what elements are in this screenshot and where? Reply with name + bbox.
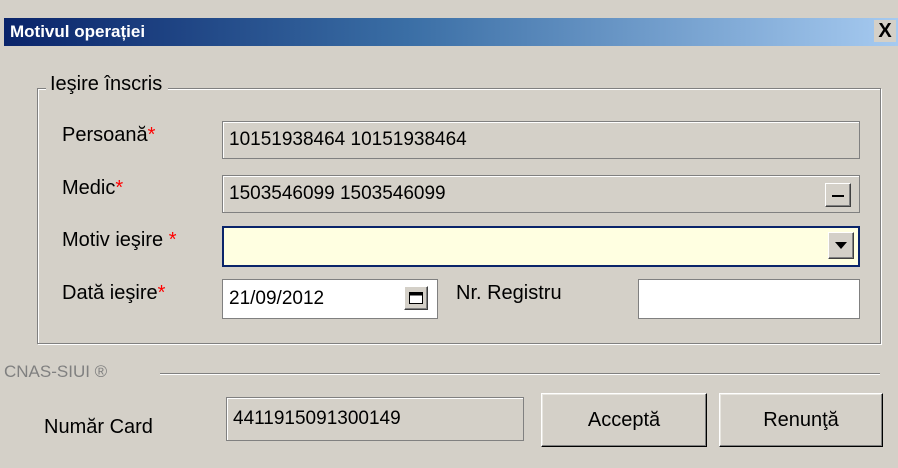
medic-lookup-button[interactable] — [825, 183, 851, 207]
dialog-window: Motivul operației X Ieşire înscris Perso… — [0, 0, 898, 468]
groupbox-legend: Ieşire înscris — [46, 73, 169, 96]
ellipsis-icon — [832, 195, 844, 197]
nr-registru-label: Nr. Registru — [456, 282, 562, 304]
required-mark: * — [115, 177, 124, 199]
persoana-label: Persoană* — [62, 124, 156, 146]
footer-separator — [160, 373, 880, 375]
medic-value: 1503546099 1503546099 — [229, 183, 446, 204]
calendar-icon — [409, 292, 423, 304]
close-button[interactable]: X — [874, 20, 896, 42]
nr-registru-input[interactable] — [638, 279, 860, 319]
required-mark: * — [157, 282, 166, 304]
numar-card-value: 4411915091300149 — [233, 408, 401, 429]
accept-button-label: Acceptă — [587, 408, 661, 431]
cancel-button-label: Renunţă — [763, 408, 839, 431]
cancel-button[interactable]: Renunţă — [719, 393, 883, 447]
required-mark: * — [147, 124, 156, 146]
motiv-iesire-combobox[interactable] — [222, 226, 860, 267]
date-picker-button[interactable] — [404, 286, 428, 310]
dropdown-arrow-icon — [835, 242, 847, 249]
numar-card-field[interactable]: 4411915091300149 — [226, 397, 524, 441]
persoana-field[interactable]: 10151938464 10151938464 — [222, 121, 860, 159]
medic-field[interactable]: 1503546099 1503546099 — [222, 175, 860, 213]
medic-label: Medic* — [62, 177, 124, 199]
accept-button[interactable]: Acceptă — [541, 393, 707, 447]
persoana-value: 10151938464 10151938464 — [229, 129, 467, 150]
required-mark: * — [168, 229, 177, 251]
motiv-label: Motiv ieşire * — [62, 229, 177, 251]
dialog-title: Motivul operației — [10, 22, 146, 41]
data-iesire-value: 21/09/2012 — [229, 288, 325, 309]
numar-card-label: Număr Card — [44, 416, 153, 438]
close-icon: X — [878, 20, 892, 42]
cnas-siui-label: CNAS-SIUI ® — [4, 362, 116, 382]
motiv-dropdown-button[interactable] — [828, 232, 854, 259]
data-iesire-label: Dată ieşire* — [62, 282, 166, 304]
title-bar[interactable]: Motivul operației X — [4, 18, 898, 46]
